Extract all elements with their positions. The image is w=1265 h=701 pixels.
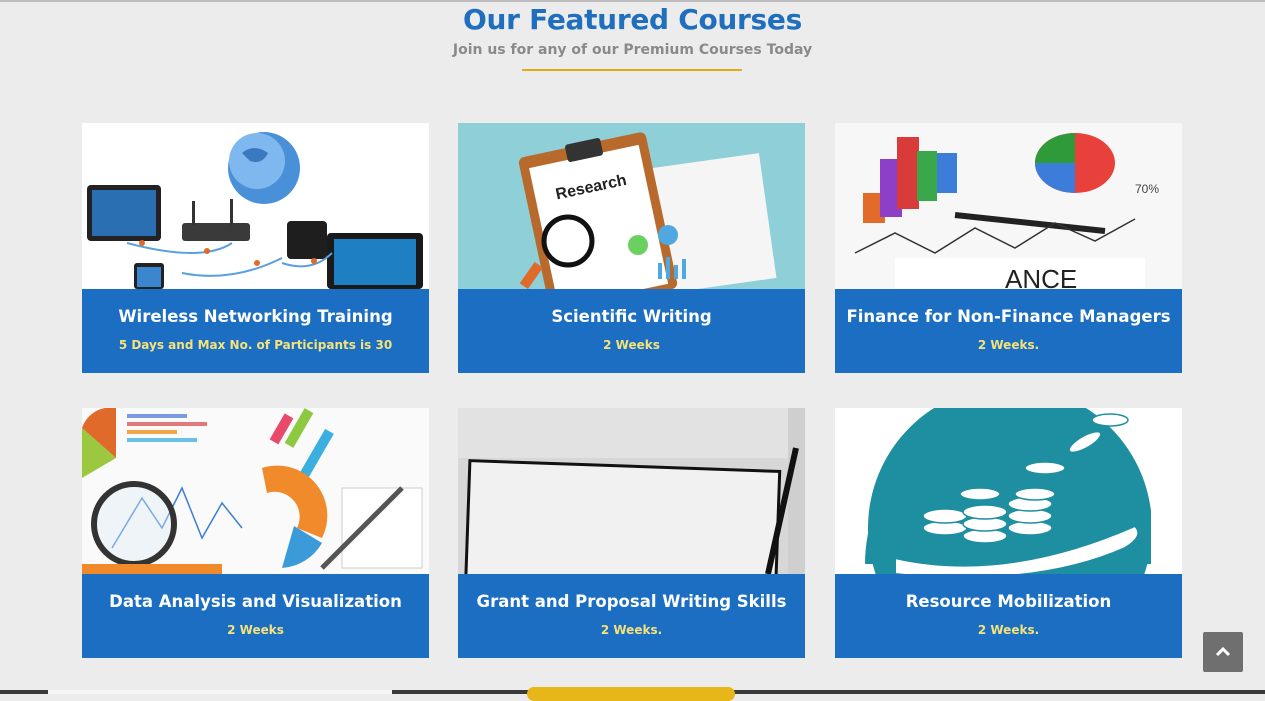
research-clipboard-image: Research — [458, 123, 805, 289]
course-info-panel: Finance for Non-Finance Managers 2 Weeks… — [835, 289, 1182, 373]
course-duration: 5 Days and Max No. of Participants is 30 — [118, 338, 393, 352]
title-underline — [522, 69, 742, 71]
svg-text:70%: 70% — [1135, 182, 1159, 196]
course-info-panel: Grant and Proposal Writing Skills 2 Week… — [458, 574, 805, 658]
network-devices-image — [82, 123, 429, 289]
coins-hand-image — [835, 408, 1182, 574]
course-card-grant-proposal[interactable]: Grant and Proposal Writing Skills 2 Week… — [458, 408, 805, 658]
scroll-to-top-button[interactable] — [1203, 632, 1243, 672]
chevron-up-icon — [1215, 646, 1231, 657]
course-card-scientific-writing[interactable]: Research Scientific Writing 2 Weeks — [458, 123, 805, 373]
course-title[interactable]: Data Analysis and Visualization — [82, 592, 429, 611]
grant-proposal-image — [458, 408, 805, 574]
svg-text:ANCE: ANCE — [1005, 264, 1077, 289]
course-card-resource-mobilization[interactable]: Resource Mobilization 2 Weeks. — [835, 408, 1182, 658]
view-all-button[interactable] — [527, 687, 735, 701]
course-card-data-analysis[interactable]: Data Analysis and Visualization 2 Weeks — [82, 408, 429, 658]
course-title[interactable]: Wireless Networking Training — [82, 307, 429, 326]
section-subtitle: Join us for any of our Premium Courses T… — [452, 42, 813, 58]
course-title[interactable]: Finance for Non-Finance Managers — [835, 307, 1182, 326]
course-duration: 2 Weeks — [603, 338, 660, 352]
course-title[interactable]: Scientific Writing — [458, 307, 805, 326]
finance-charts-image: 70% ANCE — [835, 123, 1182, 289]
course-info-panel: Wireless Networking Training 5 Days and … — [82, 289, 429, 373]
bottom-bar-segment — [48, 690, 392, 694]
course-title[interactable]: Grant and Proposal Writing Skills — [458, 592, 805, 611]
course-info-panel: Resource Mobilization 2 Weeks. — [835, 574, 1182, 658]
course-duration: 2 Weeks. — [977, 623, 1040, 637]
course-duration: 2 Weeks. — [600, 623, 663, 637]
top-border — [0, 0, 1265, 2]
data-charts-magnifier-image — [82, 408, 429, 574]
course-info-panel: Data Analysis and Visualization 2 Weeks — [82, 574, 429, 658]
course-duration: 2 Weeks. — [977, 338, 1040, 352]
course-card-finance[interactable]: 70% ANCE Finance for Non-Finance Manager… — [835, 123, 1182, 373]
course-info-panel: Scientific Writing 2 Weeks — [458, 289, 805, 373]
course-card-wireless-networking[interactable]: Wireless Networking Training 5 Days and … — [82, 123, 429, 373]
course-duration: 2 Weeks — [227, 623, 284, 637]
course-title[interactable]: Resource Mobilization — [835, 592, 1182, 611]
section-title: Our Featured Courses — [463, 3, 802, 36]
